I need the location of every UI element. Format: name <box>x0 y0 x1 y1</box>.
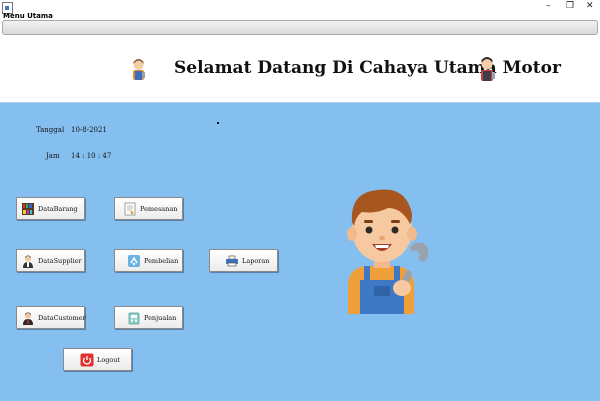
close-button[interactable]: ✕ <box>586 1 594 11</box>
supplier-person-icon <box>21 254 35 268</box>
pembelian-label: Pembelian <box>144 256 179 265</box>
power-icon <box>80 353 94 367</box>
laporan-label: Laporan <box>242 256 270 265</box>
data-barang-button[interactable]: DataBarang <box>16 197 85 220</box>
pemesanan-button[interactable]: Pemesanan <box>114 197 183 220</box>
window-titlebar: Menu Utama – ❐ ✕ <box>0 0 600 20</box>
window-title: Menu Utama <box>3 12 53 20</box>
laporan-button[interactable]: Laporan <box>209 249 278 272</box>
date-label: Tanggal <box>36 126 65 134</box>
data-supplier-label: DataSupplier <box>38 256 82 265</box>
customer-person-icon <box>21 311 35 325</box>
data-barang-label: DataBarang <box>38 204 78 213</box>
sales-icon <box>127 311 141 325</box>
pemesanan-label: Pemesanan <box>140 204 178 213</box>
logout-label: Logout <box>97 355 121 364</box>
restore-button[interactable]: ❐ <box>566 1 574 11</box>
menu-bar <box>2 20 598 35</box>
page-title: Selamat Datang Di Cahaya Utama Motor <box>174 58 561 78</box>
time-value: 14 : 10 : 47 <box>71 152 112 160</box>
penjualan-button[interactable]: Penjualan <box>114 306 183 329</box>
pembelian-button[interactable]: Pembelian <box>114 249 183 272</box>
mechanic-mascot-icon <box>336 178 429 314</box>
mechanic-small-icon <box>477 55 497 82</box>
mechanic-small-icon <box>130 57 147 81</box>
penjualan-label: Penjualan <box>144 313 177 322</box>
purchase-icon <box>127 254 141 268</box>
minimize-button[interactable]: – <box>546 1 551 11</box>
time-label: Jam <box>46 152 60 160</box>
bookshelf-icon <box>21 202 35 216</box>
data-supplier-button[interactable]: DataSupplier <box>16 249 85 272</box>
data-customer-button[interactable]: DataCustomer <box>16 306 86 329</box>
data-customer-label: DataCustomer <box>38 313 86 322</box>
document-icon <box>123 202 137 216</box>
printer-icon <box>225 254 239 268</box>
logout-button[interactable]: Logout <box>63 348 132 371</box>
date-value: 10-8-2021 <box>71 126 107 134</box>
marker-dot <box>217 122 219 124</box>
